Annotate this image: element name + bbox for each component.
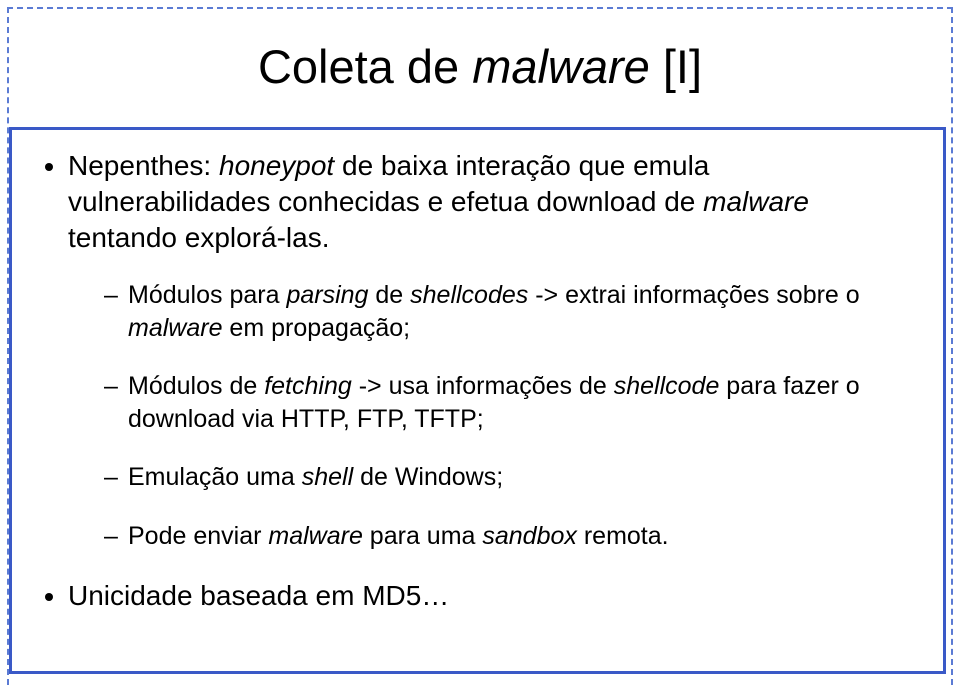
- slide-title: Coleta de malware [I]: [9, 39, 951, 94]
- text-italic: malware: [128, 314, 222, 342]
- sub-bullet-shell: Emulação uma shell de Windows;: [104, 461, 915, 494]
- sub-bullet-sandbox: Pode enviar malware para uma sandbox rem…: [104, 520, 915, 553]
- text-italic: malware: [703, 186, 809, 217]
- title-prefix: Coleta de: [258, 40, 472, 93]
- text-italic: shellcode: [614, 372, 720, 400]
- text-italic: shell: [302, 463, 353, 491]
- text-italic: fetching: [264, 372, 352, 400]
- text: Módulos para: [128, 281, 286, 309]
- text-italic: sandbox: [482, 522, 577, 550]
- content-box: Nepenthes: honeypot de baixa interação q…: [9, 127, 946, 674]
- title-suffix: [I]: [650, 40, 702, 93]
- text: Módulos de: [128, 372, 264, 400]
- sub-bullet-parsing: Módulos para parsing de shellcodes -> ex…: [104, 279, 915, 344]
- bullet-md5: Unicidade baseada em MD5…: [68, 578, 915, 614]
- top-list: Nepenthes: honeypot de baixa interação q…: [40, 148, 915, 614]
- text: de Windows;: [353, 463, 503, 491]
- text: Emulação uma: [128, 463, 302, 491]
- sub-list: Módulos para parsing de shellcodes -> ex…: [68, 279, 915, 552]
- text: remota.: [577, 522, 669, 550]
- text: Unicidade baseada em MD5…: [68, 580, 449, 611]
- text: tentando explorá-las.: [68, 222, 330, 253]
- sub-bullet-fetching: Módulos de fetching -> usa informações d…: [104, 370, 915, 435]
- text: Nepenthes:: [68, 150, 219, 181]
- title-italic: malware: [472, 40, 650, 93]
- text: Pode enviar: [128, 522, 268, 550]
- slide-frame: Coleta de malware [I] Nepenthes: honeypo…: [7, 7, 953, 685]
- text-italic: malware: [268, 522, 362, 550]
- text: -> extrai informações sobre o: [528, 281, 859, 309]
- text-italic: shellcodes: [410, 281, 528, 309]
- text: para uma: [363, 522, 483, 550]
- text: de: [368, 281, 410, 309]
- text-italic: honeypot: [219, 150, 334, 181]
- bullet-nepenthes: Nepenthes: honeypot de baixa interação q…: [68, 148, 915, 552]
- text: em propagação;: [222, 314, 410, 342]
- text-italic: parsing: [286, 281, 368, 309]
- text: -> usa informações de: [352, 372, 614, 400]
